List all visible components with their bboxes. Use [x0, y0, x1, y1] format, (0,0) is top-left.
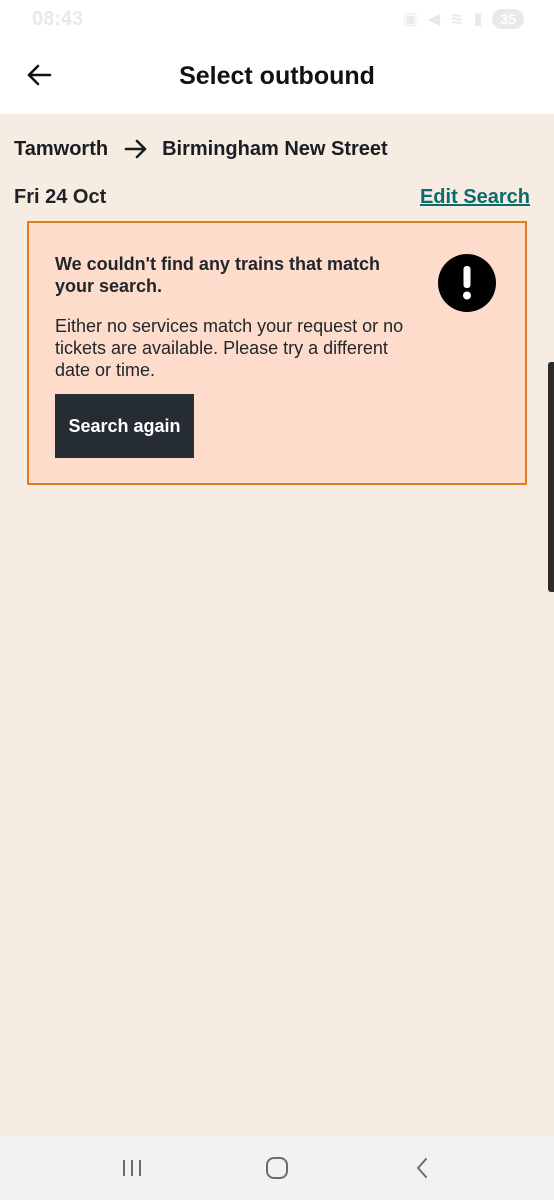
home-button[interactable]	[247, 1148, 307, 1188]
destination-station: Birmingham New Street	[162, 137, 388, 160]
battery-indicator: 35	[492, 9, 524, 29]
mute-icon: ◀	[427, 11, 441, 28]
no-results-alert: We couldn't find any trains that match y…	[27, 221, 527, 485]
home-icon	[265, 1157, 288, 1179]
journey-route: Tamworth Birmingham New Street	[14, 134, 388, 164]
system-nav-bar	[0, 1136, 554, 1200]
back-nav-button[interactable]	[392, 1148, 452, 1188]
travel-date: Fri 24 Oct	[14, 185, 107, 208]
signal-icon: ▮	[473, 11, 483, 28]
status-icons: ▣ ◀ ≋ ▮ 35	[403, 9, 524, 29]
status-time: 08:43	[32, 7, 84, 30]
edge-panel-handle[interactable]	[548, 362, 554, 592]
app-header: Select outbound	[0, 38, 554, 114]
alert-body: Either no services match your request or…	[55, 316, 404, 380]
recents-button[interactable]	[102, 1148, 162, 1188]
status-bar: 08:43 ▣ ◀ ≋ ▮ 35	[0, 0, 554, 38]
back-arrow-icon	[27, 64, 52, 86]
alert-heading: We couldn't find any trains that match y…	[55, 254, 380, 296]
recents-icon	[123, 1160, 142, 1176]
wifi-icon: ≋	[450, 11, 464, 28]
nfc-icon: ▣	[402, 11, 418, 28]
back-nav-icon	[416, 1158, 427, 1178]
date-row: Fri 24 Oct Edit Search	[14, 182, 530, 212]
route-arrow-icon	[124, 138, 148, 160]
search-again-button[interactable]: Search again	[55, 394, 194, 458]
exclamation-icon	[438, 254, 496, 312]
page-title: Select outbound	[179, 61, 375, 90]
origin-station: Tamworth	[14, 137, 109, 160]
edit-search-link[interactable]: Edit Search	[420, 186, 530, 209]
back-button[interactable]	[22, 58, 56, 92]
